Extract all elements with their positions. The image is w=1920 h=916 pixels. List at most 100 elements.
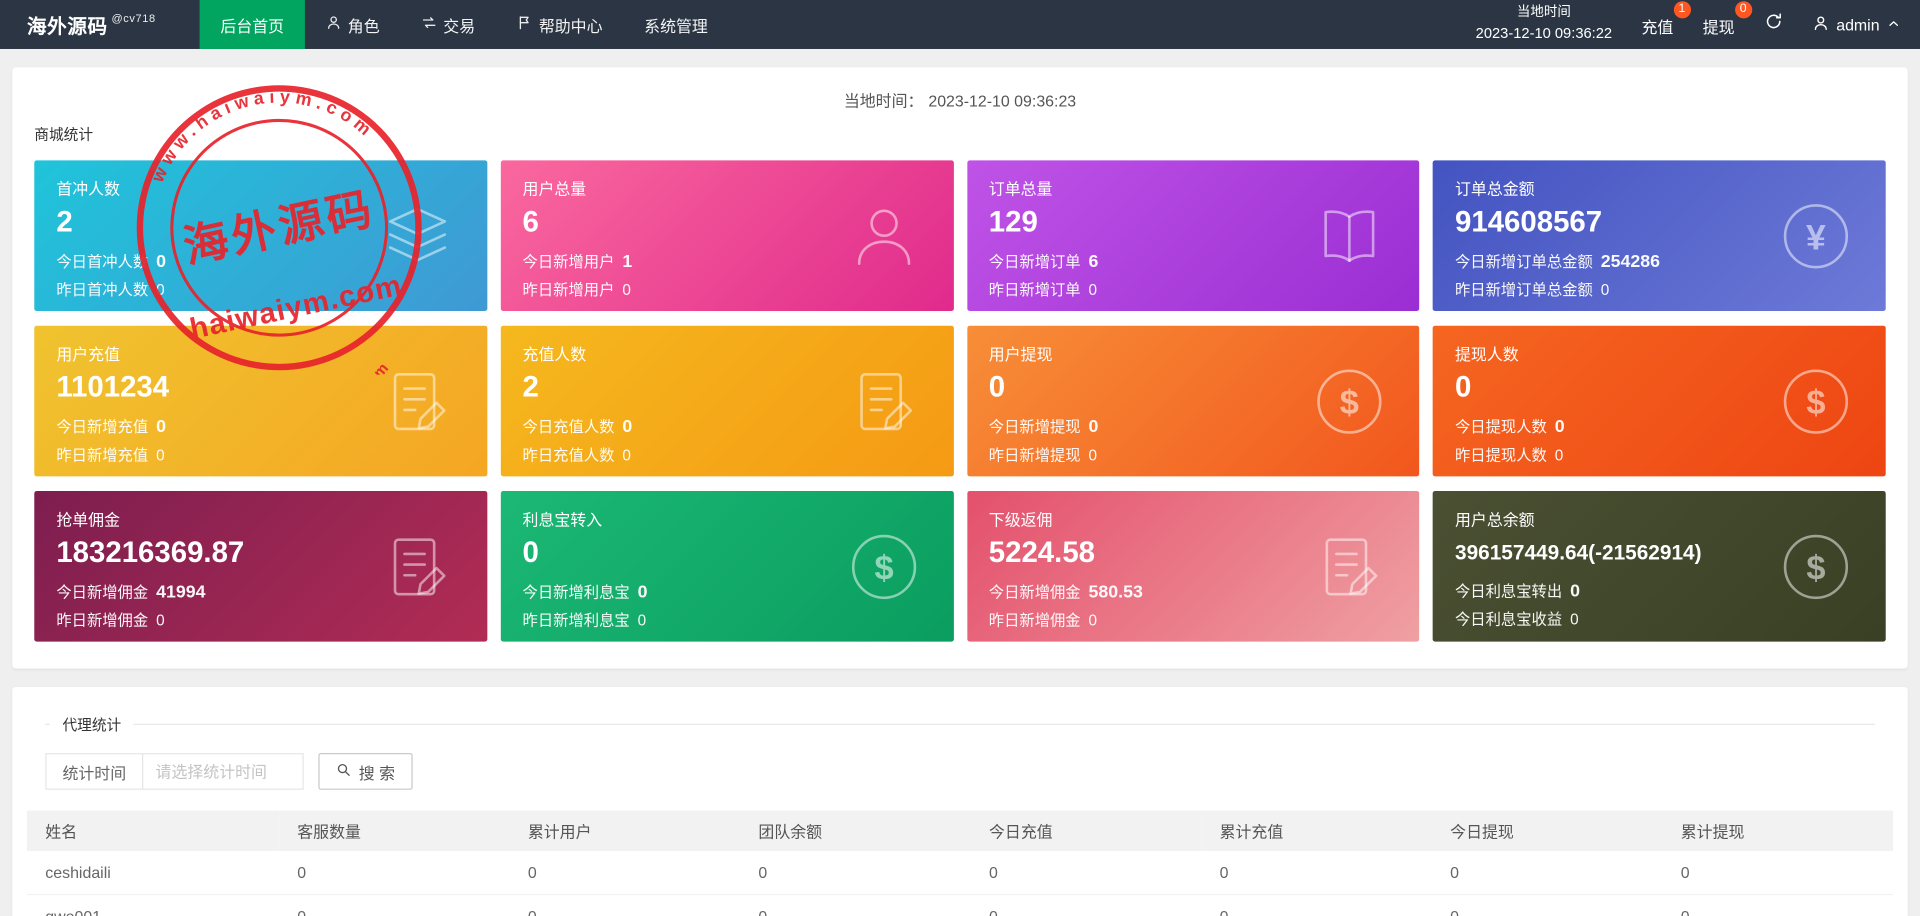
flag-icon — [517, 15, 533, 35]
main-nav: 后台首页 角色 交易 帮助中心 系统管理 — [199, 0, 729, 49]
brand-logo[interactable]: 海外源码 @cv718 — [0, 0, 200, 49]
table-cell: 0 — [1662, 851, 1894, 896]
table-cell: 0 — [509, 851, 741, 896]
nav-item-label: 系统管理 — [644, 16, 708, 35]
refresh-button[interactable] — [1764, 12, 1782, 36]
table-cell: 0 — [509, 894, 741, 916]
nav-item-3[interactable]: 帮助中心 — [496, 0, 623, 49]
book-icon — [1312, 198, 1388, 274]
stat-card-title: 用户总余额 — [1455, 510, 1535, 529]
navbar-right: 当地时间 2023-12-10 09:36:22 充值 1 提现 0 admin — [1476, 0, 1920, 49]
refresh-icon — [1764, 12, 1782, 36]
user-name: admin — [1836, 15, 1880, 34]
agent-section-title: 代理统计 — [62, 716, 122, 734]
stat-card-1: 用户总量 6 今日新增用户 1 昨日新增用户 0 — [500, 160, 954, 312]
memo-icon — [379, 363, 455, 439]
stat-card-2: 订单总量 129 今日新增订单 6 昨日新增订单 0 — [966, 160, 1420, 312]
user-icon — [1812, 14, 1829, 35]
nav-item-label: 角色 — [347, 16, 380, 35]
exchange-icon — [421, 15, 437, 35]
agent-panel: 代理统计 统计时间 搜 索 姓名客服数量累计用户团队余额今日充值累计充值今日提现… — [12, 686, 1908, 916]
nav-item-1[interactable]: 角色 — [305, 0, 401, 49]
table-cell: 0 — [970, 894, 1202, 916]
dollar-icon: $ — [1778, 528, 1854, 604]
stat-card-6: 用户提现 0 今日新增提现 0 昨日新增提现 0 $ — [966, 325, 1420, 477]
stat-card-title: 首冲人数 — [56, 180, 121, 199]
stat-card-line2: 昨日新增提现 0 — [988, 446, 1098, 465]
table-cell: 0 — [278, 894, 510, 916]
table-cell: 0 — [1201, 894, 1432, 916]
stats-grid: 首冲人数 2 今日首冲人数 0 昨日首冲人数 0 用户总量 6 今日新增用户 1 昨日新增用户… — [34, 160, 1886, 642]
panel-local-time: 当地时间： 2023-12-10 09:36:23 — [34, 88, 1885, 111]
stat-card-line2: 昨日充值人数 0 — [522, 446, 631, 465]
nav-item-4[interactable]: 系统管理 — [623, 0, 728, 49]
nav-item-0[interactable]: 后台首页 — [199, 0, 305, 49]
page: 海外源码 @cv718 后台首页 角色 交易 帮助中心 系统管理 当地时间 2023-1… — [0, 0, 1920, 916]
svg-text:$: $ — [1806, 549, 1825, 587]
svg-text:$: $ — [874, 549, 893, 587]
agent-table: 姓名 客服数量 累计用户 团队余额 今日充值 累计充值 今日提现 累计提现 ceshidail… — [26, 810, 1894, 916]
stat-card-9: 利息宝转入 0 今日新增利息宝 0 昨日新增利息宝 0 $ — [500, 491, 954, 642]
memo-icon — [379, 528, 455, 604]
stat-card-title: 利息宝转入 — [522, 510, 603, 529]
stat-card-title: 订单总金额 — [1455, 180, 1535, 199]
person-icon — [326, 15, 342, 35]
search-icon — [336, 762, 352, 782]
stats-section-title: 商城统计 — [34, 126, 94, 144]
brand-sub: @cv718 — [111, 12, 156, 25]
stat-card-5: 充值人数 2 今日充值人数 0 昨日充值人数 0 — [500, 325, 954, 477]
panel-time-value: 2023-12-10 09:36:23 — [928, 91, 1077, 111]
nav-item-label: 后台首页 — [220, 16, 285, 35]
recharge-badge: 1 — [1673, 1, 1691, 19]
recharge-label: 充值 — [1641, 18, 1674, 37]
top-navbar: 海外源码 @cv718 后台首页 角色 交易 帮助中心 系统管理 当地时间 2023-1… — [0, 0, 1920, 49]
stat-card-line2: 昨日新增佣金 0 — [988, 612, 1098, 630]
withdraw-badge: 0 — [1734, 1, 1752, 19]
dollar-icon: $ — [1778, 363, 1854, 439]
stats-panel: 当地时间： 2023-12-10 09:36:23 商城统计 首冲人数 2 今日首冲人… — [12, 67, 1908, 669]
nav-item-2[interactable]: 交易 — [400, 0, 496, 49]
table-cell: 0 — [970, 851, 1202, 896]
table-col-header-7: 累计提现 — [1662, 810, 1894, 852]
filter-row: 统计时间 搜 索 — [45, 753, 1893, 790]
stat-card-line2: 昨日新增充值 0 — [56, 446, 165, 465]
stat-card-line2: 昨日新增订单 0 — [988, 281, 1098, 299]
stat-card-10: 下级返佣 5224.58 今日新增佣金 580.53 昨日新增佣金 0 — [966, 491, 1420, 642]
local-time-block: 当地时间 2023-12-10 09:36:22 — [1476, 4, 1612, 45]
table-col-header-4: 今日充值 — [970, 810, 1202, 852]
dollar-icon: $ — [1312, 363, 1388, 439]
table-body: ceshidaili0000000qwe00100000001237770000… — [26, 851, 1894, 916]
yen-icon: ¥ — [1778, 198, 1854, 274]
chevron-up-icon — [1887, 15, 1900, 33]
withdraw-nav-item[interactable]: 提现 0 — [1703, 1, 1752, 38]
agent-fieldset: 代理统计 — [45, 713, 1875, 735]
svg-text:$: $ — [1340, 383, 1359, 421]
search-button[interactable]: 搜 索 — [318, 753, 413, 790]
stat-card-line2: 昨日提现人数 0 — [1455, 446, 1564, 465]
recharge-nav-item[interactable]: 充值 1 — [1641, 1, 1691, 38]
stat-card-line2: 今日利息宝收益 0 — [1455, 611, 1579, 629]
stat-card-line2: 昨日新增用户 0 — [522, 281, 631, 299]
table-cell: 0 — [1201, 851, 1432, 896]
stat-time-input[interactable] — [142, 753, 304, 790]
stat-card-title: 抢单佣金 — [56, 510, 121, 529]
table-cell: 0 — [1431, 851, 1663, 896]
table-col-header-5: 累计充值 — [1201, 810, 1432, 852]
table-cell: 0 — [278, 851, 510, 896]
stat-card-line2: 昨日新增利息宝 0 — [522, 612, 647, 630]
table-col-header-6: 今日提现 — [1431, 810, 1663, 852]
stat-card-title: 提现人数 — [1455, 345, 1519, 364]
table-col-header-1: 客服数量 — [278, 810, 510, 852]
nav-item-label: 帮助中心 — [538, 16, 603, 35]
svg-text:¥: ¥ — [1806, 217, 1826, 257]
table-row-0: ceshidaili 0 0 0 0 0 0 0 — [26, 851, 1894, 896]
table-col-header-2: 累计用户 — [509, 810, 741, 852]
table-cell: ceshidaili — [26, 851, 279, 896]
stat-card-title: 订单总量 — [988, 180, 1053, 199]
memo-icon — [846, 363, 922, 439]
table-cell: 0 — [740, 894, 971, 916]
panel-time-label: 当地时间： — [843, 91, 924, 111]
user-menu[interactable]: admin — [1812, 14, 1901, 35]
table-col-header-0: 姓名 — [26, 810, 279, 852]
stat-card-11: 用户总余额 396157449.64(-21562914) 今日利息宝转出 0 今日利… — [1432, 491, 1886, 642]
